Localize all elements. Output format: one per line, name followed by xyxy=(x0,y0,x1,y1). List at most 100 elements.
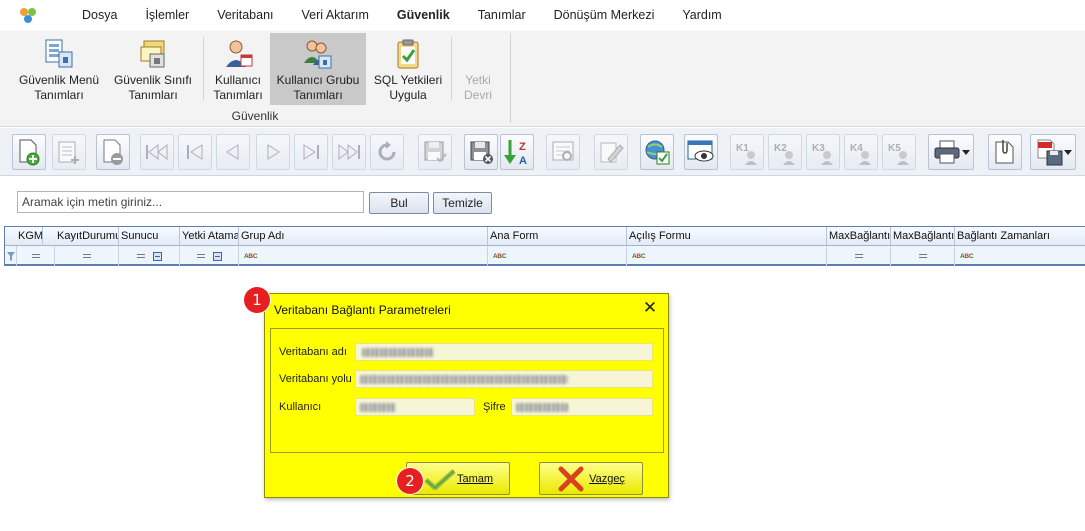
clear-button[interactable]: Temizle xyxy=(433,192,492,214)
filter-sunucu[interactable] xyxy=(119,246,180,266)
col-header-kayit-durumu[interactable]: KayıtDurumu xyxy=(55,227,119,246)
col-header-max-baglanti[interactable]: MaxBağlantı xyxy=(827,227,891,246)
col-header-grup-adi[interactable]: Grup Adı xyxy=(239,227,488,246)
close-icon[interactable]: ✕ xyxy=(640,298,660,318)
next-icon xyxy=(267,144,280,160)
cancel-button[interactable]: Vazgeç xyxy=(539,462,643,495)
ribbon-label: SQL Yetkileri xyxy=(373,73,443,87)
delete-record-button[interactable] xyxy=(96,134,130,170)
db-path-field[interactable] xyxy=(355,370,653,388)
col-header-sunucu[interactable]: Sunucu xyxy=(119,227,180,246)
window-eye-icon xyxy=(687,140,714,162)
ribbon-label: Kullanıcı xyxy=(214,73,262,87)
menu-bar: Dosya İşlemler Veritabanı Veri Aktarım G… xyxy=(0,0,1085,31)
menu-veri-aktarim[interactable]: Veri Aktarım xyxy=(288,0,383,31)
ribbon-label: Güvenlik Sınıfı xyxy=(113,73,193,87)
abc-c: C xyxy=(501,252,507,260)
user-group-definitions-button[interactable]: Kullanıcı Grubu Tanımları xyxy=(270,33,366,105)
menu-tanimlar[interactable]: Tanımlar xyxy=(464,0,540,31)
text-filter-icon: ABC xyxy=(244,252,258,260)
col-header-yetki-atama[interactable]: Yetki Atama xyxy=(180,227,239,246)
save-button[interactable] xyxy=(418,134,452,170)
menu-donusum-merkezi[interactable]: Dönüşüm Merkezi xyxy=(540,0,669,31)
chevron-down-icon xyxy=(1064,150,1072,155)
permission-transfer-button[interactable]: Yetki Devri xyxy=(456,33,500,105)
refresh-button[interactable] xyxy=(370,134,404,170)
app-logo-icon[interactable] xyxy=(16,6,40,26)
save-cancel-icon xyxy=(470,141,493,164)
k1-label: K1 xyxy=(736,143,749,154)
menu-guvenlik[interactable]: Güvenlik xyxy=(383,0,464,31)
filter-max-baglanti-2[interactable] xyxy=(891,246,955,266)
menu-veritabani[interactable]: Veritabanı xyxy=(203,0,287,31)
attachment-button[interactable] xyxy=(988,134,1022,170)
filter-acilis-formu[interactable]: ABC xyxy=(627,246,827,266)
printer-icon xyxy=(934,140,960,164)
password-field[interactable] xyxy=(511,398,653,416)
pdf-export-button[interactable] xyxy=(1030,134,1076,170)
search-input[interactable] xyxy=(17,191,364,213)
next-page-icon xyxy=(303,144,319,160)
user-definitions-button[interactable]: Kullanıcı Tanımları xyxy=(210,33,266,105)
prev-page-icon xyxy=(187,144,203,160)
k4-button[interactable]: K4 xyxy=(844,134,878,170)
col-header-acilis-formu[interactable]: Açılış Formu xyxy=(627,227,827,246)
k3-user-icon: K3 xyxy=(812,143,833,165)
menu-yardim[interactable]: Yardım xyxy=(668,0,735,31)
ribbon-divider xyxy=(203,37,204,101)
edit-pen-icon xyxy=(600,142,624,163)
filter-ana-form[interactable]: ABC xyxy=(488,246,627,266)
menu-dosya[interactable]: Dosya xyxy=(68,0,131,31)
web-check-button[interactable] xyxy=(640,134,674,170)
previous-record-button[interactable] xyxy=(216,134,250,170)
find-button[interactable]: Bul xyxy=(369,192,429,214)
first-record-button[interactable] xyxy=(140,134,174,170)
print-button[interactable] xyxy=(928,134,974,170)
save-icon xyxy=(424,141,447,163)
pdf-save-icon xyxy=(1037,139,1063,166)
next-page-button[interactable] xyxy=(294,134,328,170)
filter-baglanti-zamanlari[interactable]: ABC xyxy=(955,246,1085,266)
sort-button[interactable]: Z A xyxy=(500,134,534,170)
user-field[interactable] xyxy=(355,398,475,416)
ribbon-label: Devri xyxy=(463,88,492,102)
db-name-field[interactable] xyxy=(355,343,653,361)
ribbon-group-label: Güvenlik xyxy=(231,109,279,123)
k3-button[interactable]: K3 xyxy=(806,134,840,170)
k2-button[interactable]: K2 xyxy=(768,134,802,170)
col-header-label: KGM xyxy=(18,230,43,242)
equals-icon xyxy=(82,254,91,258)
cancel-changes-button[interactable] xyxy=(464,134,498,170)
k4-label: K4 xyxy=(850,143,863,154)
equals-icon xyxy=(196,254,205,258)
col-header-max-baglanti-2[interactable]: MaxBağlantı xyxy=(891,227,955,246)
k5-button[interactable]: K5 xyxy=(882,134,916,170)
filter-row-icon[interactable] xyxy=(5,246,17,266)
security-menu-definitions-button[interactable]: Güvenlik Menü Tanımları xyxy=(12,33,106,105)
last-record-button[interactable] xyxy=(332,134,366,170)
filter-kayit-durumu[interactable] xyxy=(55,246,119,266)
col-header-kgm[interactable]: KGM xyxy=(5,227,43,246)
filter-yetki-atama[interactable] xyxy=(180,246,239,266)
edit-button[interactable] xyxy=(594,134,628,170)
col-header-ana-form[interactable]: Ana Form xyxy=(488,227,627,246)
col-header-baglanti-zamanlari[interactable]: Bağlantı Zamanları xyxy=(955,227,1085,246)
abc-c: C xyxy=(252,252,258,260)
new-record-button[interactable] xyxy=(12,134,46,170)
ribbon-label: Tanımları xyxy=(128,88,178,102)
k1-button[interactable]: K1 xyxy=(730,134,764,170)
k1-user-icon: K1 xyxy=(736,143,757,165)
security-class-definitions-button[interactable]: Güvenlik Sınıfı Tanımları xyxy=(110,33,196,105)
red-x-icon xyxy=(558,466,584,491)
filter-max-baglanti[interactable] xyxy=(827,246,891,266)
preview-button[interactable] xyxy=(546,134,580,170)
filter-kgm[interactable] xyxy=(17,246,55,266)
view-button[interactable] xyxy=(684,134,718,170)
sort-za-icon: Z A xyxy=(504,140,527,167)
next-record-button[interactable] xyxy=(256,134,290,170)
previous-page-button[interactable] xyxy=(178,134,212,170)
sql-permissions-apply-button[interactable]: SQL Yetkileri Uygula xyxy=(370,33,446,105)
filter-grup-adi[interactable]: ABC xyxy=(239,246,488,266)
menu-islemler[interactable]: İşlemler xyxy=(131,0,203,31)
add-row-button[interactable] xyxy=(52,134,86,170)
